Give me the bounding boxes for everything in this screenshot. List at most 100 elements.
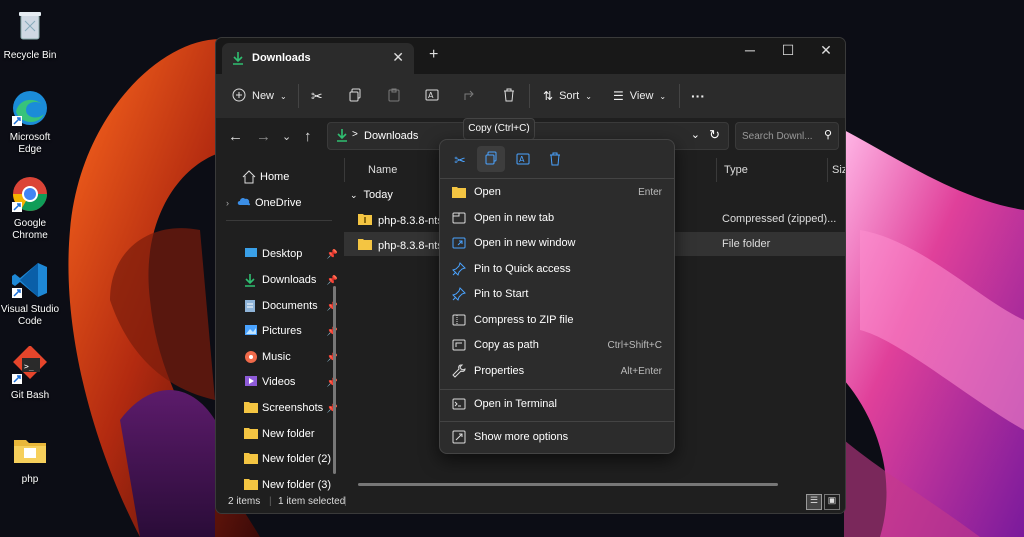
sidebar-item-videos[interactable]: Videos📌 xyxy=(216,371,342,393)
up-arrow-icon[interactable]: ↑ xyxy=(304,128,312,145)
new-button[interactable]: New ⌄ xyxy=(232,86,287,106)
view-button[interactable]: ☰ View ⌄ xyxy=(613,86,666,106)
menu-item-open-in-terminal[interactable]: Open in Terminal xyxy=(440,392,674,416)
nav-scrollbar[interactable] xyxy=(333,286,336,474)
edge-icon xyxy=(10,88,50,128)
documents-icon xyxy=(244,299,258,313)
divider xyxy=(529,84,530,108)
sidebar-item-label: Music xyxy=(262,351,291,363)
recent-chevron-icon[interactable]: ⌄ xyxy=(282,130,291,143)
sidebar-item-screenshots[interactable]: Screenshots📌 xyxy=(216,397,342,419)
menu-item-properties[interactable]: Properties Alt+Enter xyxy=(440,359,674,383)
cut-button[interactable]: ✂ xyxy=(311,86,323,106)
folder-open-icon xyxy=(452,185,466,199)
sort-button[interactable]: ⇅ Sort ⌄ xyxy=(543,86,592,106)
menu-item-pin-to-start[interactable]: Pin to Start xyxy=(440,282,674,306)
menu-item-copy-as-path[interactable]: Copy as path Ctrl+Shift+C xyxy=(440,333,674,357)
desktop-icon-recycle-bin[interactable]: Recycle Bin xyxy=(0,6,60,62)
menu-item-open-in-new-window[interactable]: Open in new window xyxy=(440,231,674,255)
menu-item-show-more-options[interactable]: Show more options xyxy=(440,425,674,449)
menu-item-open-in-new-tab[interactable]: Open in new tab xyxy=(440,206,674,230)
maximize-button[interactable]: ☐ xyxy=(773,42,803,59)
back-arrow-icon[interactable]: ← xyxy=(228,128,243,145)
close-window-button[interactable]: ✕ xyxy=(811,42,841,59)
tiles-view-icon[interactable]: ▣ xyxy=(824,494,840,510)
new-tab-button[interactable]: + xyxy=(429,46,438,64)
copy-button[interactable] xyxy=(348,86,362,106)
search-input[interactable]: Search Downl... ⚲ xyxy=(735,122,839,150)
context-copy-button[interactable] xyxy=(477,146,505,172)
selection-count: 1 item selected xyxy=(278,496,346,507)
see-more-button[interactable]: ··· xyxy=(691,86,705,106)
sidebar-item-music[interactable]: Music📌 xyxy=(216,346,342,368)
menu-item-compress-to-zip-file[interactable]: Compress to ZIP file xyxy=(440,308,674,332)
desktop-icon-label: Visual Studio Code xyxy=(0,304,60,327)
desktop-icon-git-bash[interactable]: >_ Git Bash xyxy=(0,345,60,402)
menu-item-open[interactable]: Open Enter xyxy=(440,180,674,204)
desktop-icon-vscode[interactable]: Visual Studio Code xyxy=(0,260,60,328)
context-cut-button[interactable]: ✂ xyxy=(446,149,474,171)
sidebar-item-new-folder[interactable]: New folder xyxy=(216,423,342,445)
address-dropdown-icon[interactable]: ⌄ xyxy=(691,128,700,141)
scissors-icon: ✂ xyxy=(454,151,466,168)
refresh-icon[interactable]: ↻ xyxy=(709,127,720,143)
menu-item-label: Open in new tab xyxy=(474,212,555,224)
git-bash-icon: >_ xyxy=(10,345,50,386)
sidebar-item-desktop[interactable]: Desktop 📌 xyxy=(216,243,342,265)
desktop-icon-chrome[interactable]: Google Chrome xyxy=(0,174,60,242)
tab-downloads[interactable]: Downloads ✕ xyxy=(222,43,414,74)
desktop-icon-edge[interactable]: Microsoft Edge xyxy=(0,88,60,156)
sidebar-item-label: Desktop xyxy=(262,248,303,260)
desktop-icon-php-folder[interactable]: php xyxy=(0,430,60,486)
scissors-icon: ✂ xyxy=(311,87,323,104)
pin-icon: 📌 xyxy=(326,248,338,259)
divider xyxy=(440,389,674,390)
forward-arrow-icon[interactable]: → xyxy=(256,128,271,145)
sidebar-item-onedrive[interactable]: › OneDrive xyxy=(216,192,342,214)
close-tab-icon[interactable]: ✕ xyxy=(392,49,404,66)
column-header-size[interactable]: Size xyxy=(832,158,845,182)
navigation-pane: Home › OneDrive Desktop 📌 Downloads 📌 Documents… xyxy=(216,158,342,491)
copy-tooltip: Copy (Ctrl+C) xyxy=(463,118,535,140)
chevron-right-icon[interactable]: › xyxy=(226,198,229,208)
sidebar-item-label: New folder (3) xyxy=(262,479,332,491)
more-options-icon xyxy=(452,430,466,444)
minimize-button[interactable]: ─ xyxy=(735,42,765,58)
delete-button[interactable] xyxy=(502,86,516,106)
sidebar-item-home[interactable]: Home xyxy=(216,166,342,188)
paste-button[interactable] xyxy=(387,86,401,106)
sidebar-item-new-folder-2[interactable]: New folder (2) xyxy=(216,448,342,470)
share-button[interactable] xyxy=(463,86,477,106)
breadcrumb-separator: > xyxy=(352,129,358,140)
new-label: New xyxy=(252,90,275,102)
folder-icon xyxy=(244,401,258,415)
menu-item-pin-to-quick-access[interactable]: Pin to Quick access xyxy=(440,257,674,281)
context-menu: ✂ A Open Enter Open in new tab Open in new … xyxy=(439,139,675,454)
sidebar-item-pictures[interactable]: Pictures📌 xyxy=(216,320,342,342)
folder-icon xyxy=(244,427,258,441)
svg-text:A: A xyxy=(519,155,525,164)
copy-icon xyxy=(484,151,498,168)
divider xyxy=(679,84,680,108)
sidebar-item-downloads[interactable]: Downloads 📌 xyxy=(216,269,342,291)
context-delete-button[interactable] xyxy=(541,149,569,171)
column-header-type[interactable]: Type xyxy=(724,158,748,182)
breadcrumb-downloads[interactable]: Downloads xyxy=(364,130,418,142)
view-icon: ☰ xyxy=(613,89,624,103)
download-icon xyxy=(232,51,244,68)
rename-button[interactable]: A xyxy=(425,86,439,106)
pictures-icon xyxy=(244,324,258,338)
sidebar-item-label: Home xyxy=(260,171,290,183)
context-rename-button[interactable]: A xyxy=(509,149,537,171)
divider: | xyxy=(269,496,272,507)
onedrive-icon xyxy=(237,196,251,210)
details-view-icon[interactable]: ☰ xyxy=(806,494,822,510)
sidebar-item-documents[interactable]: Documents📌 xyxy=(216,295,342,317)
column-header-name[interactable]: Name xyxy=(368,158,397,182)
desktop-icon-label: Microsoft Edge xyxy=(9,132,51,155)
status-bar: 2 items | 1 item selected | ☰ ▣ xyxy=(216,491,845,513)
horizontal-scrollbar[interactable] xyxy=(358,483,778,486)
vscode-icon xyxy=(10,260,50,300)
search-placeholder: Search Downl... xyxy=(742,131,813,142)
more-icon: ··· xyxy=(691,88,705,104)
